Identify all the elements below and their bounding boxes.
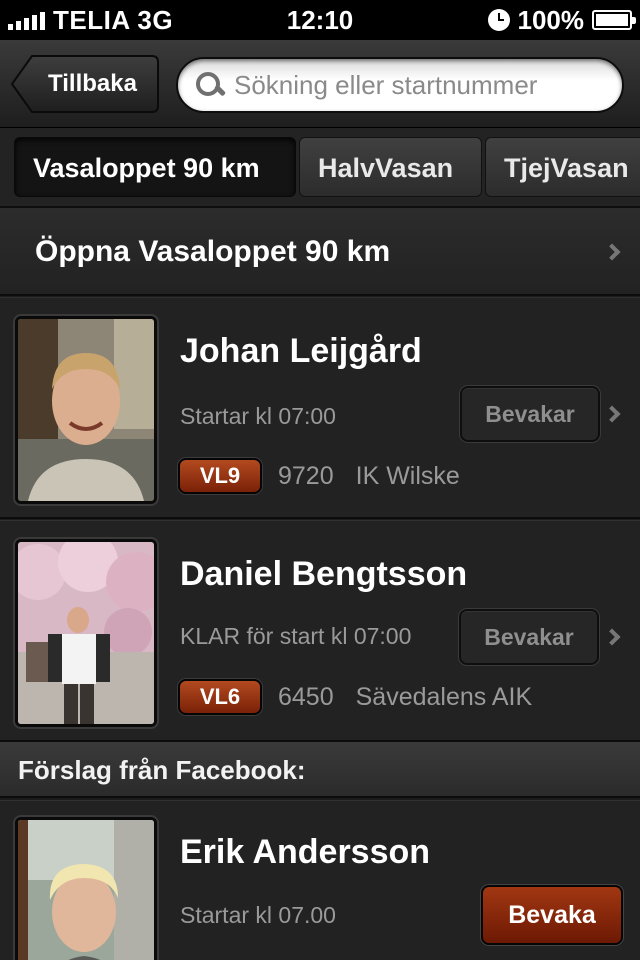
search-icon xyxy=(194,70,224,100)
athlete-name: Erik Andersson xyxy=(180,833,431,871)
club-name: IK Wilske xyxy=(355,461,460,490)
chevron-right-icon xyxy=(603,243,621,261)
tab-halvvasan[interactable]: HalvVasan xyxy=(299,137,482,197)
race-tabs: Vasaloppet 90 km HalvVasan TjejVasan xyxy=(0,128,640,208)
carrier-label: TELIA 3G xyxy=(53,4,174,35)
start-time: Startar kl 07.00 xyxy=(180,902,336,928)
facebook-suggestions-header: Förslag från Facebook: xyxy=(0,742,640,798)
alarm-clock-icon xyxy=(487,9,510,31)
athlete-card[interactable]: Daniel Bengtsson KLAR för start kl 07:00… xyxy=(0,520,640,742)
signal-strength-icon xyxy=(8,10,45,30)
tab-label: HalvVasan xyxy=(318,153,454,183)
battery-icon xyxy=(592,10,636,30)
chevron-right-icon xyxy=(603,628,621,646)
tab-tjejvasan[interactable]: TjejVasan xyxy=(485,137,640,197)
athlete-name: Daniel Bengtsson xyxy=(180,555,468,593)
search-input[interactable] xyxy=(234,69,614,101)
athlete-card[interactable]: Johan Leijgård Startar kl 07:00 VL9 9720… xyxy=(0,297,640,519)
back-button[interactable]: Tillbaka xyxy=(10,54,160,114)
navigation-bar: Tillbaka xyxy=(0,40,640,128)
bib-number: 6450 xyxy=(278,682,334,711)
chevron-right-icon xyxy=(603,405,621,423)
status-bar: TELIA 3G 12:10 100% xyxy=(0,0,640,40)
watching-button[interactable]: Bevakar xyxy=(460,386,600,442)
start-group-badge: VL9 xyxy=(178,458,262,494)
watching-button[interactable]: Bevakar xyxy=(459,609,599,665)
open-event-row[interactable]: Öppna Vasaloppet 90 km xyxy=(0,208,640,296)
start-group-badge: VL6 xyxy=(178,679,262,715)
event-title: Öppna Vasaloppet 90 km xyxy=(35,235,391,268)
start-time: KLAR för start kl 07:00 xyxy=(180,623,412,649)
athlete-name: Johan Leijgård xyxy=(180,332,422,370)
back-button-label: Tillbaka xyxy=(48,70,137,97)
club-name: Sävedalens AIK xyxy=(355,682,533,711)
follow-button[interactable]: Bevaka xyxy=(481,885,623,945)
tab-label: TjejVasan xyxy=(504,153,629,183)
battery-percent: 100% xyxy=(517,4,585,35)
start-time: Startar kl 07:00 xyxy=(180,403,336,429)
section-title: Förslag från Facebook: xyxy=(18,755,306,785)
athlete-photo xyxy=(15,316,157,504)
search-field[interactable] xyxy=(176,57,624,113)
bib-number: 9720 xyxy=(278,461,334,490)
bib-row: VL6 6450 Sävedalens AIK xyxy=(178,679,532,715)
tab-vasaloppet-90[interactable]: Vasaloppet 90 km xyxy=(14,137,296,197)
athlete-photo xyxy=(15,817,157,960)
suggested-athlete-card[interactable]: Erik Andersson Startar kl 07.00 Bevaka xyxy=(0,800,640,960)
athlete-photo xyxy=(15,539,157,727)
bib-row: VL9 9720 IK Wilske xyxy=(178,458,460,494)
tab-label: Vasaloppet 90 km xyxy=(33,153,260,183)
